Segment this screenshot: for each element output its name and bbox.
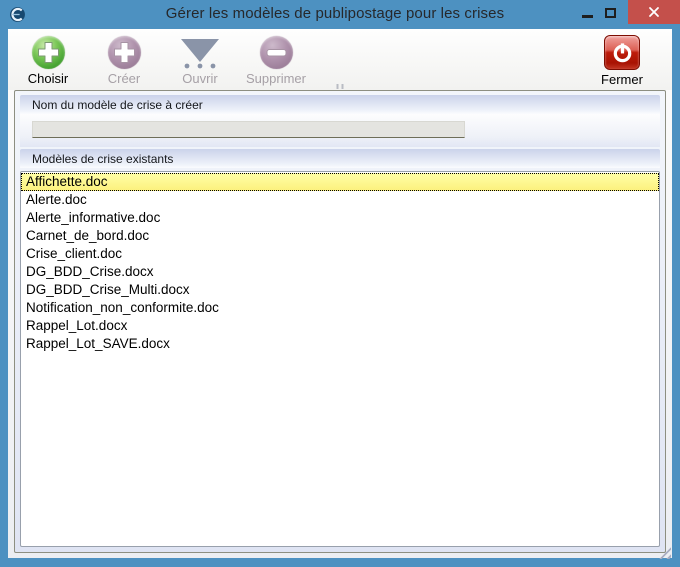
list-item[interactable]: Rappel_Lot_SAVE.docx [21, 335, 659, 353]
titlebar: Gérer les modèles de publipostage pour l… [0, 0, 680, 29]
choisir-button[interactable]: Choisir [12, 29, 84, 86]
close-icon [648, 6, 660, 18]
mauve-plus-icon [108, 36, 141, 69]
name-group-header: Nom du modèle de crise à créer [20, 95, 660, 114]
main-panel: Nom du modèle de crise à créer Modèles d… [14, 90, 666, 553]
ouvrir-label: Ouvrir [182, 71, 217, 86]
maximize-icon [605, 8, 616, 18]
list-item[interactable]: Crise_client.doc [21, 245, 659, 263]
power-icon [604, 35, 640, 70]
supprimer-button[interactable]: Supprimer [240, 29, 312, 86]
templates-group-header: Modèles de crise existants [20, 149, 660, 168]
list-item[interactable]: Carnet_de_bord.doc [21, 227, 659, 245]
creer-button[interactable]: Créer [88, 29, 160, 86]
maximize-button[interactable] [599, 0, 622, 24]
window-title: Gérer les modèles de publipostage pour l… [0, 0, 580, 26]
list-item[interactable]: Affichette.doc [21, 173, 659, 191]
dropdown-triangle-icon [179, 36, 221, 69]
list-item[interactable]: Rappel_Lot.docx [21, 317, 659, 335]
list-item[interactable]: DG_BDD_Crise_Multi.docx [21, 281, 659, 299]
name-input-row [20, 114, 660, 147]
list-item[interactable]: DG_BDD_Crise.docx [21, 263, 659, 281]
templates-group: Modèles de crise existants Affichette.do… [20, 149, 660, 547]
name-input[interactable] [32, 121, 465, 138]
list-item[interactable]: Alerte_informative.doc [21, 209, 659, 227]
template-list[interactable]: Affichette.docAlerte.docAlerte_informati… [20, 171, 660, 547]
minimize-button[interactable] [576, 0, 599, 24]
creer-label: Créer [108, 71, 141, 86]
window-body: Choisir Créer [8, 29, 672, 558]
fermer-button[interactable]: Fermer [592, 29, 652, 87]
list-item[interactable]: Notification_non_conformite.doc [21, 299, 659, 317]
green-plus-icon [32, 36, 65, 69]
window: Gérer les modèles de publipostage pour l… [0, 0, 680, 567]
fermer-label: Fermer [601, 72, 643, 87]
window-controls [576, 0, 680, 24]
choisir-label: Choisir [28, 71, 68, 86]
minimize-icon [582, 15, 593, 18]
close-button[interactable] [628, 0, 680, 24]
toolbar: Choisir Créer [8, 29, 672, 90]
splitter-grip[interactable] [337, 84, 344, 89]
content-area: Nom du modèle de crise à créer Modèles d… [8, 90, 672, 558]
ouvrir-button[interactable]: Ouvrir [164, 29, 236, 86]
mauve-minus-icon [260, 36, 293, 69]
list-item[interactable]: Alerte.doc [21, 191, 659, 209]
name-group: Nom du modèle de crise à créer [20, 95, 660, 147]
supprimer-label: Supprimer [246, 71, 306, 86]
